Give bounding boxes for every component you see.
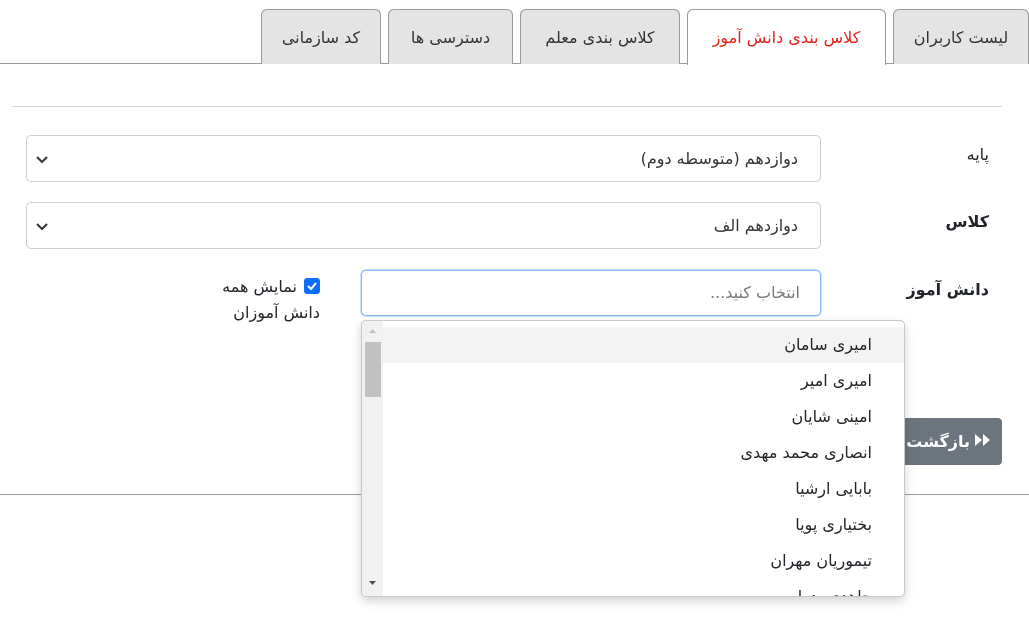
scroll-down-arrow-icon[interactable] <box>367 578 378 588</box>
dropdown-option[interactable]: بختیاری پویا <box>383 507 904 543</box>
tab-permissions[interactable]: دسترسی ها <box>388 9 513 64</box>
chevron-down-icon <box>36 223 48 231</box>
section-divider <box>12 106 1002 107</box>
checkmark-icon <box>307 282 317 291</box>
student-search-placeholder: انتخاب کنید... <box>709 283 800 302</box>
dropdown-option[interactable]: انصاری محمد مهدی <box>383 435 904 471</box>
dropdown-option[interactable]: جاهدی پدرام <box>383 579 904 596</box>
tab-teacher-classification[interactable]: کلاس بندی معلم <box>520 9 680 64</box>
dropdown-options: امیری سامان امیری امیر امینی شایان انصار… <box>383 327 904 596</box>
chevron-down-icon <box>36 156 48 164</box>
grade-select[interactable]: دوازدهم (متوسطه دوم) <box>26 135 821 182</box>
show-all-label-line2: دانش آموزان <box>233 303 320 322</box>
student-dropdown-list[interactable]: امیری سامان امیری امیر امینی شایان انصار… <box>361 320 905 597</box>
back-button[interactable]: بازگشت <box>900 418 1002 465</box>
student-search-input[interactable]: انتخاب کنید... <box>361 270 821 316</box>
class-label: کلاس <box>945 212 989 231</box>
student-label: دانش آموز <box>906 280 989 299</box>
show-all-checkbox[interactable] <box>304 278 320 294</box>
grade-label: پایه <box>966 145 989 164</box>
dropdown-option[interactable]: امینی شایان <box>383 399 904 435</box>
fast-forward-icon <box>974 432 992 451</box>
class-select[interactable]: دوازدهم الف <box>26 202 821 249</box>
show-all-label-line1: نمایش همه <box>222 277 297 296</box>
dropdown-option[interactable]: بابایی ارشیا <box>383 471 904 507</box>
dropdown-scrollbar[interactable] <box>362 321 383 596</box>
show-all-students-option: نمایش همه دانش آموزان <box>200 274 320 326</box>
class-select-value: دوازدهم الف <box>713 216 798 235</box>
tab-organization-code[interactable]: کد سازمانی <box>261 9 381 64</box>
dropdown-option[interactable]: امیری امیر <box>383 363 904 399</box>
tab-user-list[interactable]: لیست کاربران <box>893 9 1029 64</box>
dropdown-option[interactable]: تیموریان مهران <box>383 543 904 579</box>
scrollbar-thumb[interactable] <box>365 342 381 397</box>
grade-select-value: دوازدهم (متوسطه دوم) <box>640 149 798 168</box>
tab-student-classification[interactable]: کلاس بندی دانش آموز <box>687 9 886 65</box>
dropdown-option[interactable]: امیری سامان <box>383 327 904 363</box>
scroll-up-arrow-icon[interactable] <box>367 326 378 336</box>
back-button-label: بازگشت <box>906 432 970 451</box>
